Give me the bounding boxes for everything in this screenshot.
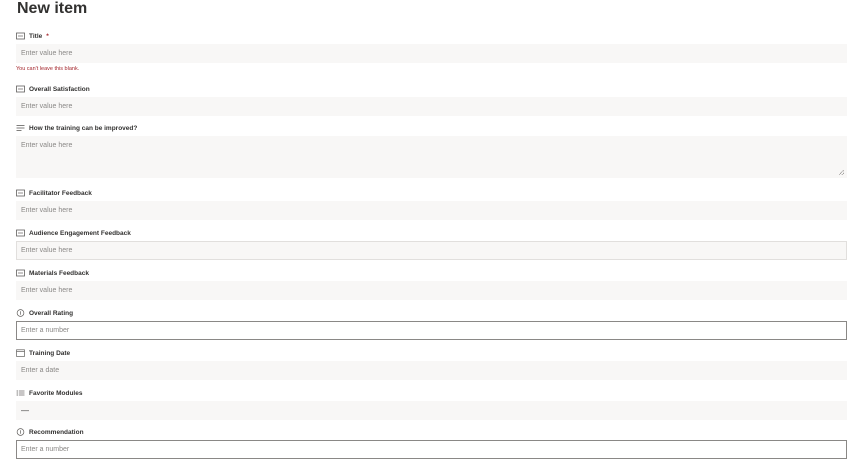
multiline-text-icon — [16, 125, 25, 131]
field-overall-rating: Overall Rating Enter a number — [16, 308, 847, 340]
field-favorite-modules: Favorite Modules — — [16, 388, 847, 420]
overall-satisfaction-input[interactable]: Enter value here — [16, 97, 847, 116]
field-overall-satisfaction: Overall Satisfaction Enter value here — [16, 84, 847, 116]
audience-engagement-input[interactable]: Enter value here — [16, 241, 847, 260]
training-improved-textarea[interactable]: Enter value here — [16, 136, 847, 178]
single-line-text-icon — [16, 32, 25, 40]
field-label: Overall Rating — [29, 309, 74, 317]
field-audience-engagement: Audience Engagement Feedback Enter value… — [16, 228, 847, 260]
field-label: Training Date — [29, 349, 71, 357]
choice-icon — [16, 390, 25, 396]
page-title: New item — [17, 0, 88, 17]
number-icon — [16, 428, 25, 436]
overall-rating-input[interactable]: Enter a number — [16, 321, 847, 340]
field-materials-feedback: Materials Feedback Enter value here — [16, 268, 847, 300]
field-label: Favorite Modules — [29, 389, 83, 397]
single-line-text-icon — [16, 85, 25, 93]
title-input[interactable]: Enter value here — [16, 44, 847, 63]
materials-feedback-input[interactable]: Enter value here — [16, 281, 847, 300]
calendar-icon — [16, 349, 25, 357]
field-label: Facilitator Feedback — [29, 189, 92, 197]
single-line-text-icon — [16, 189, 25, 197]
favorite-modules-select[interactable]: — — [16, 401, 847, 420]
field-label: Title — [29, 32, 43, 40]
required-mark: * — [46, 32, 49, 40]
new-item-form: New item Title * Enter value here You ca… — [0, 0, 850, 460]
number-icon — [16, 309, 25, 317]
field-label: How the training can be improved? — [29, 124, 138, 132]
field-title: Title * Enter value here You can't leave… — [16, 31, 847, 72]
recommendation-input[interactable]: Enter a number — [16, 440, 847, 459]
resize-handle[interactable] — [839, 170, 844, 175]
error-message: You can't leave this blank. — [16, 66, 80, 72]
field-label: Recommendation — [29, 428, 84, 436]
field-label: Audience Engagement Feedback — [29, 229, 131, 237]
single-line-text-icon — [16, 269, 25, 277]
field-label: Materials Feedback — [29, 269, 89, 277]
field-label: Overall Satisfaction — [29, 85, 90, 93]
field-training-date: Training Date Enter a date — [16, 348, 847, 380]
single-line-text-icon — [16, 229, 25, 237]
training-date-input[interactable]: Enter a date — [16, 361, 847, 380]
field-recommendation: Recommendation Enter a number — [16, 427, 847, 459]
field-facilitator-feedback: Facilitator Feedback Enter value here — [16, 188, 847, 220]
facilitator-feedback-input[interactable]: Enter value here — [16, 201, 847, 220]
field-training-improved: How the training can be improved? Enter … — [16, 123, 847, 178]
